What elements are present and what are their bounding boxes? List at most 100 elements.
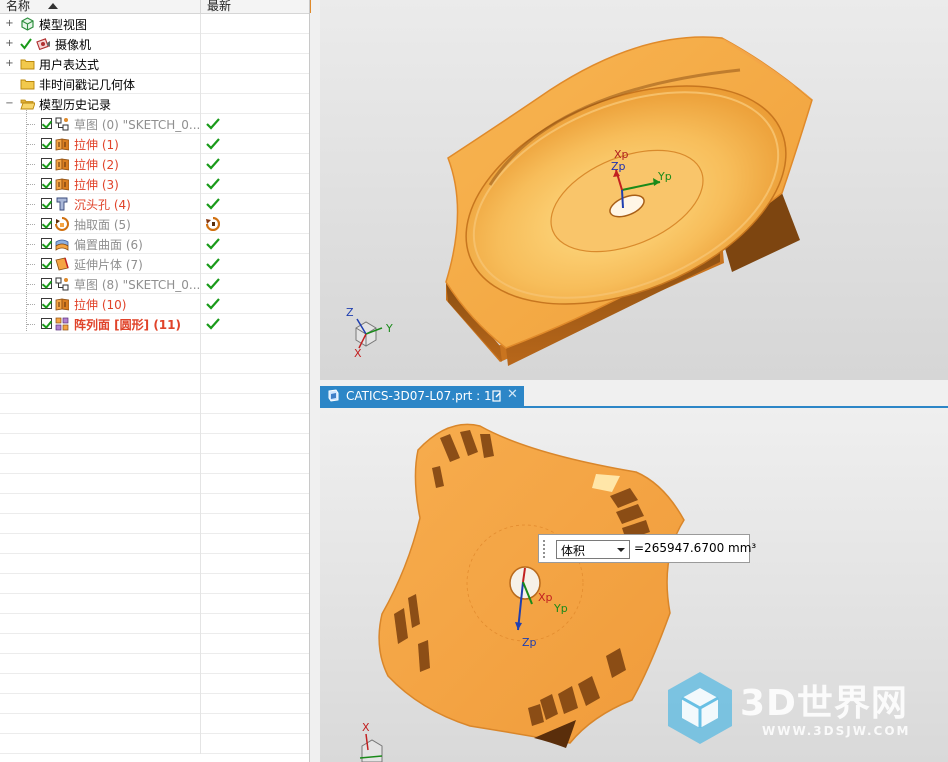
feature-row[interactable]: 拉伸 (1) (0, 134, 309, 154)
extrude-icon (55, 138, 69, 151)
feature-row[interactable]: 抽取面 (5) (0, 214, 309, 234)
folder-icon (20, 79, 35, 90)
empty-row (0, 614, 309, 634)
empty-row (0, 414, 309, 434)
csys-label-y: Yp (553, 602, 568, 615)
up-to-date-check-icon (206, 198, 220, 210)
feature-row[interactable]: 拉伸 (2) (0, 154, 309, 174)
visibility-checkbox[interactable] (41, 278, 52, 289)
visibility-checkbox[interactable] (41, 178, 52, 189)
empty-row (0, 694, 309, 714)
tree-connector (26, 110, 27, 331)
tab-title: CATICS-3D07-L07.prt : 1 (346, 389, 492, 403)
csys-label-x: Xp (538, 591, 553, 604)
measure-result-value: =265947.6700 mm³ (634, 541, 757, 555)
tree-node-model-views[interactable]: + 模型视图 (0, 14, 309, 34)
camera-icon (36, 38, 50, 51)
feature-row[interactable]: 沉头孔 (4) (0, 194, 309, 214)
extend-sheet-icon (55, 257, 69, 271)
tab-catics-3d07-l07[interactable]: CATICS-3D07-L07.prt : 1 ✕ (320, 386, 524, 406)
measure-result-popup: 体积 =265947.6700 mm³ (538, 534, 756, 563)
tree-node-label: 模型视图 (39, 18, 88, 32)
visibility-checkbox[interactable] (41, 218, 52, 229)
svg-text:X: X (354, 347, 362, 360)
navigator-header: 名称 最新 (0, 0, 309, 14)
up-to-date-check-icon (206, 318, 220, 330)
collapse-icon[interactable]: − (5, 99, 14, 109)
feature-label: 草图 (0) "SKETCH_0... (74, 118, 201, 132)
feature-label: 沉头孔 (4) (74, 198, 131, 212)
drag-handle[interactable] (542, 539, 546, 558)
empty-row (0, 634, 309, 654)
tree-node-model-history[interactable]: − 模型历史记录 (0, 94, 309, 114)
visibility-checkbox[interactable] (41, 238, 52, 249)
extract-face-icon (55, 217, 69, 231)
csys-label-y: Yp (657, 170, 672, 183)
feature-row[interactable]: 草图 (8) "SKETCH_0... (0, 274, 309, 294)
up-to-date-check-icon (206, 158, 220, 170)
visibility-checkbox[interactable] (41, 298, 52, 309)
document-tab-bar: CATICS-3D07-L07.prt : 1 ✕ (320, 380, 948, 408)
up-to-date-check-icon (206, 298, 220, 310)
model-views-icon (21, 17, 34, 31)
extrude-icon (55, 298, 69, 311)
tree-node-user-expressions[interactable]: + 用户表达式 (0, 54, 309, 74)
close-icon[interactable]: ✕ (507, 387, 518, 402)
column-divider[interactable] (200, 0, 201, 13)
visibility-checkbox[interactable] (41, 198, 52, 209)
measure-type-select[interactable]: 体积 (556, 540, 630, 559)
expand-icon[interactable]: + (5, 19, 14, 29)
folder-icon (20, 59, 35, 70)
svg-text:X: X (362, 721, 370, 734)
feature-row[interactable]: 延伸片体 (7) (0, 254, 309, 274)
visibility-checkbox[interactable] (41, 258, 52, 269)
feature-row[interactable]: 草图 (0) "SKETCH_0... (0, 114, 309, 134)
view-triad[interactable]: X (359, 721, 383, 762)
svg-text:Y: Y (385, 322, 393, 335)
feature-row[interactable]: 拉伸 (3) (0, 174, 309, 194)
visibility-checkbox[interactable] (41, 118, 52, 129)
up-to-date-check-icon (206, 118, 220, 130)
visibility-checkbox[interactable] (41, 158, 52, 169)
view-triad[interactable]: Z Y X (346, 306, 393, 360)
empty-row (0, 554, 309, 574)
panel-splitter[interactable] (309, 0, 320, 762)
visibility-checkbox[interactable] (41, 318, 52, 329)
part-file-icon (328, 389, 339, 402)
feature-label: 拉伸 (1) (74, 138, 119, 152)
measure-type-value: 体积 (561, 544, 586, 558)
extrude-icon (55, 178, 69, 191)
empty-row (0, 354, 309, 374)
feature-row[interactable]: 拉伸 (10) (0, 294, 309, 314)
csys-label-z: Zp (522, 636, 537, 649)
tree-node-timestamp-free-geometry[interactable]: 非时间戳记几何体 (0, 74, 309, 94)
empty-row (0, 454, 309, 474)
tree-node-camera[interactable]: + 摄像机 (0, 34, 309, 54)
expand-icon[interactable]: + (5, 59, 14, 69)
watermark-logo: 3D世界网 WWW.3DSJW.COM (664, 668, 948, 762)
sketch-icon (55, 277, 69, 291)
feature-row[interactable]: 阵列面 [圆形] (11) (0, 314, 309, 334)
feature-label: 拉伸 (3) (74, 178, 119, 192)
tree-node-label: 非时间戳记几何体 (39, 78, 136, 92)
expand-icon[interactable]: + (5, 39, 14, 49)
document-edit-icon[interactable] (492, 390, 502, 402)
empty-row (0, 714, 309, 734)
feature-label: 偏置曲面 (6) (74, 238, 143, 252)
empty-row (0, 534, 309, 554)
feature-row[interactable]: 偏置曲面 (6) (0, 234, 309, 254)
feature-label: 拉伸 (2) (74, 158, 119, 172)
visibility-checkbox[interactable] (41, 138, 52, 149)
column-header-name[interactable]: 名称 (6, 0, 30, 14)
empty-row (0, 374, 309, 394)
empty-row (0, 594, 309, 614)
feature-label: 延伸片体 (7) (74, 258, 143, 272)
feature-label: 阵列面 [圆形] (11) (74, 318, 181, 332)
column-header-latest[interactable]: 最新 (207, 0, 231, 14)
graphics-viewport-top[interactable]: Xp Zp Yp Z Y X (320, 0, 948, 380)
empty-row (0, 514, 309, 534)
sort-ascending-icon[interactable] (48, 3, 58, 9)
tree-node-label: 用户表达式 (39, 58, 100, 72)
empty-row (0, 434, 309, 454)
offset-surface-icon (55, 239, 69, 251)
